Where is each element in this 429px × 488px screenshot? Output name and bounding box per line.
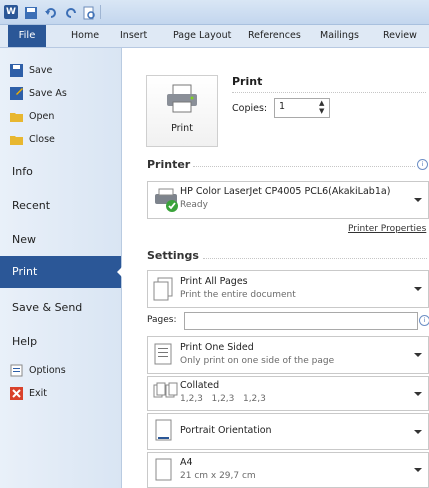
- tab-page-layout[interactable]: Page Layout: [173, 25, 231, 47]
- portrait-icon: [153, 419, 175, 447]
- save-item[interactable]: Save: [10, 62, 52, 80]
- print-heading: Print: [232, 75, 263, 88]
- pages-label: Pages:: [147, 315, 177, 325]
- save-label: Save: [29, 65, 53, 76]
- exit-item[interactable]: Exit: [10, 385, 47, 403]
- nav-recent[interactable]: Recent: [12, 196, 50, 216]
- tab-mailings[interactable]: Mailings: [320, 25, 359, 47]
- nav-print-pointer: [117, 264, 125, 280]
- settings-heading: Settings: [147, 249, 199, 262]
- options-icon: [10, 364, 23, 377]
- print-range-title: Print All Pages: [180, 276, 248, 287]
- orientation-title: Portrait Orientation: [180, 425, 272, 436]
- word-app-icon[interactable]: W: [4, 5, 18, 19]
- print-range-sub: Print the entire document: [180, 290, 296, 300]
- paper-size-sub: 21 cm x 29,7 cm: [180, 471, 256, 481]
- collation-dropdown[interactable]: Collated 1,2,3 1,2,3 1,2,3: [147, 376, 429, 411]
- collation-sub: 1,2,3 1,2,3 1,2,3: [180, 394, 266, 404]
- options-item[interactable]: Options: [10, 362, 66, 380]
- spinner-up-icon[interactable]: ▲: [319, 100, 324, 107]
- printer-properties-link[interactable]: Printer Properties: [348, 224, 426, 234]
- paper-size-icon: [153, 458, 175, 486]
- printer-icon: [166, 84, 198, 118]
- pages-icon: [153, 277, 175, 305]
- save-icon: [10, 64, 23, 77]
- open-folder-icon: [10, 110, 23, 123]
- nav-info[interactable]: Info: [12, 162, 33, 182]
- print-preview-icon[interactable]: [82, 5, 96, 20]
- copies-stepper[interactable]: 1 ▲ ▼: [274, 98, 330, 118]
- copies-label: Copies:: [232, 103, 268, 114]
- print-button-label: Print: [171, 123, 193, 134]
- info-icon[interactable]: i: [419, 315, 429, 326]
- open-item[interactable]: Open: [10, 108, 54, 126]
- orientation-dropdown[interactable]: Portrait Orientation: [147, 413, 429, 450]
- chevron-down-icon: [414, 468, 422, 472]
- nav-help[interactable]: Help: [12, 332, 37, 352]
- options-label: Options: [29, 365, 66, 376]
- copies-value: 1: [279, 101, 286, 112]
- chevron-down-icon: [414, 287, 422, 291]
- save-icon[interactable]: [24, 5, 38, 19]
- spinner-down-icon[interactable]: ▼: [319, 108, 324, 115]
- nav-print[interactable]: Print: [12, 262, 37, 282]
- paper-size-dropdown[interactable]: A4 21 cm x 29,7 cm: [147, 452, 429, 488]
- title-bar: W: [0, 0, 429, 25]
- printer-heading: Printer: [147, 158, 191, 171]
- chevron-down-icon: [414, 353, 422, 357]
- collation-title: Collated: [180, 380, 220, 391]
- one-sided-icon: [153, 343, 175, 371]
- paper-size-title: A4: [180, 457, 193, 468]
- close-folder-icon: [10, 133, 23, 146]
- tab-review[interactable]: Review: [383, 25, 417, 47]
- tab-file[interactable]: File: [8, 25, 46, 47]
- sides-dropdown[interactable]: Print One Sided Only print on one side o…: [147, 336, 429, 374]
- nav-save-send[interactable]: Save & Send: [12, 298, 82, 318]
- collated-icon: [153, 382, 179, 408]
- undo-icon[interactable]: [44, 5, 58, 19]
- chevron-down-icon: [414, 392, 422, 396]
- close-item[interactable]: Close: [10, 131, 55, 149]
- sides-title: Print One Sided: [180, 342, 254, 353]
- print-heading-rule: [232, 92, 426, 93]
- settings-heading-rule: [203, 258, 427, 259]
- tab-home[interactable]: Home: [71, 25, 99, 47]
- exit-label: Exit: [29, 388, 47, 399]
- nav-new[interactable]: New: [12, 230, 36, 250]
- printer-name: HP Color LaserJet CP4005 PCL6(AkakiLab1a…: [180, 186, 391, 197]
- pages-input[interactable]: [184, 312, 418, 330]
- print-range-dropdown[interactable]: Print All Pages Print the entire documen…: [147, 270, 429, 308]
- info-icon[interactable]: i: [417, 159, 428, 170]
- printer-status: Ready: [180, 200, 208, 210]
- print-button[interactable]: Print: [146, 75, 218, 147]
- printer-heading-rule: [193, 166, 415, 167]
- save-as-label: Save As: [29, 88, 67, 99]
- sides-sub: Only print on one side of the page: [180, 356, 335, 366]
- chevron-down-icon: [414, 430, 422, 434]
- printer-ready-icon: [153, 186, 181, 218]
- printer-dropdown[interactable]: HP Color LaserJet CP4005 PCL6(AkakiLab1a…: [147, 181, 429, 219]
- redo-icon[interactable]: [64, 5, 78, 19]
- tab-references[interactable]: References: [248, 25, 301, 47]
- open-label: Open: [29, 111, 55, 122]
- tab-insert[interactable]: Insert: [120, 25, 147, 47]
- exit-icon: [10, 387, 23, 400]
- save-as-item[interactable]: Save As: [10, 85, 67, 103]
- close-label: Close: [29, 134, 55, 145]
- save-as-icon: [10, 87, 23, 100]
- qat-separator: [100, 5, 101, 19]
- chevron-down-icon: [414, 198, 422, 202]
